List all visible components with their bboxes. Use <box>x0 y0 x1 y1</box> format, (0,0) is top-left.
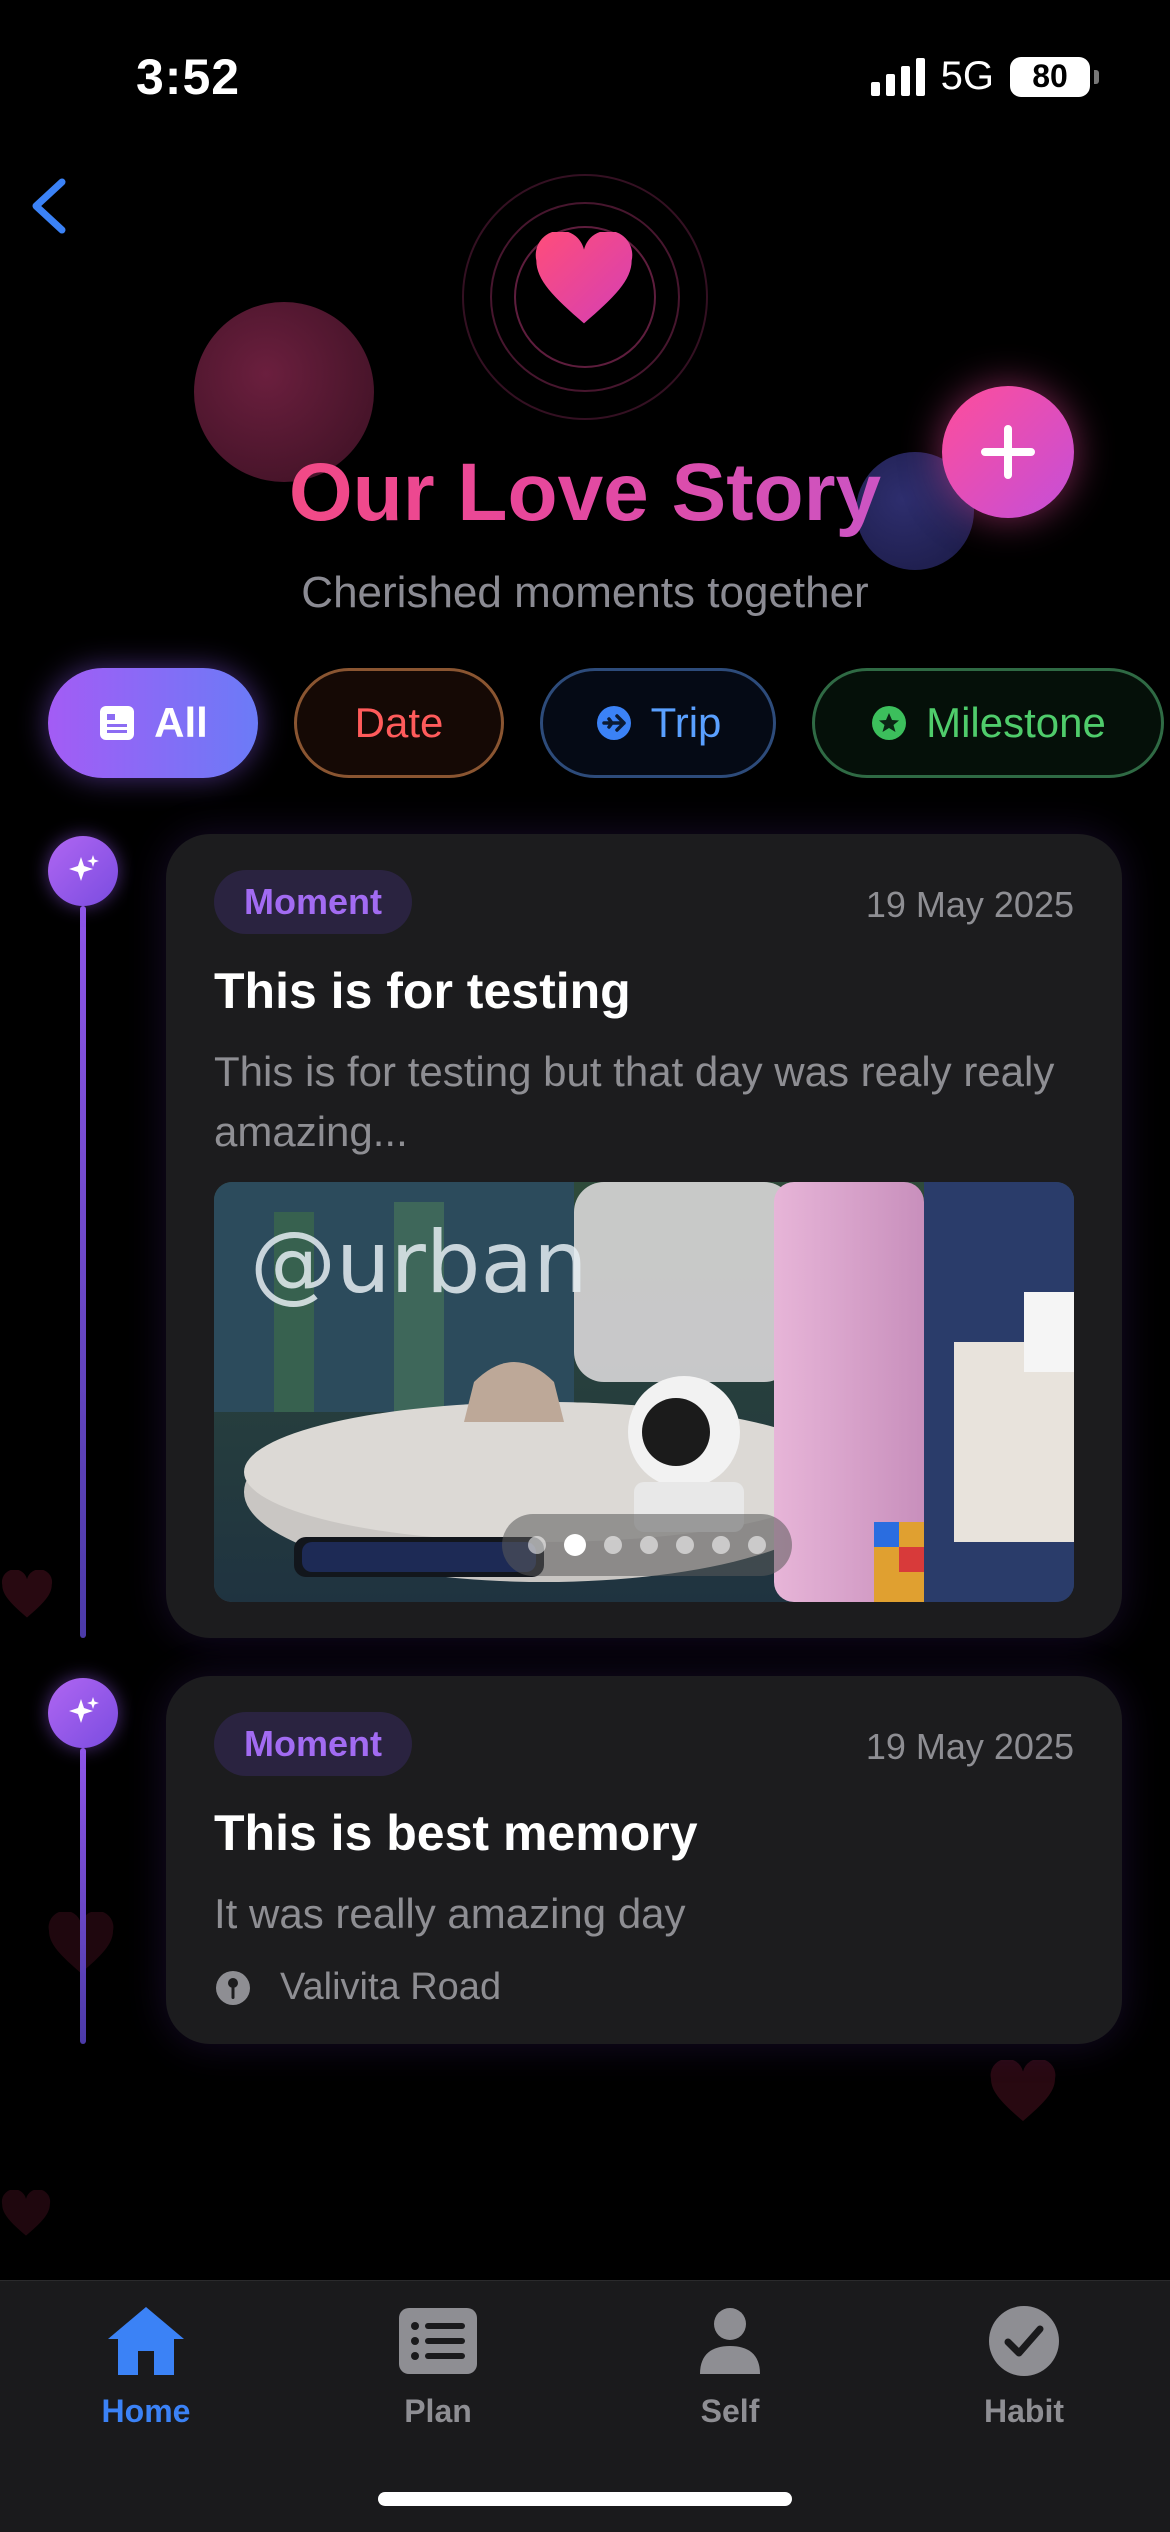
decor-heart-icon <box>990 2060 1056 2122</box>
moment-title: This is best memory <box>214 1805 698 1861</box>
filter-chips: All Date Trip Milestone <box>48 668 1164 778</box>
airplane-icon <box>596 706 631 740</box>
tab-plan[interactable]: Plan <box>338 2299 538 2430</box>
carousel-dot <box>676 1536 694 1554</box>
sparkle-icon <box>69 855 99 881</box>
filter-chip-label: Date <box>354 699 444 746</box>
status-time: 3:52 <box>136 49 241 105</box>
list-icon <box>100 706 135 740</box>
heart-icon <box>535 232 633 324</box>
battery-level: 80 <box>1032 58 1068 94</box>
decor-heart-icon <box>1 1570 53 1618</box>
moment-type-badge: Moment <box>214 1712 412 1776</box>
plus-icon <box>981 425 1035 479</box>
moment-location: Valivita Road <box>214 1966 501 2009</box>
moment-date: 19 May 2025 <box>865 884 1074 925</box>
carousel-page-indicator[interactable] <box>502 1514 792 1576</box>
moment-card[interactable]: Moment 19 May 2025 This is best memory I… <box>166 1676 1122 2044</box>
tab-label: Plan <box>404 2393 472 2429</box>
carousel-dot <box>640 1536 658 1554</box>
add-moment-button[interactable] <box>942 386 1074 518</box>
list-icon <box>399 2308 477 2374</box>
battery-icon: 80 <box>1010 56 1099 97</box>
checkmark-icon <box>989 2306 1059 2376</box>
filter-chip-milestone[interactable]: Milestone <box>812 668 1164 778</box>
carousel-dot <box>528 1536 546 1554</box>
tab-habit[interactable]: Habit <box>924 2299 1124 2430</box>
location-pin-icon <box>216 1970 250 2005</box>
filter-chip-trip[interactable]: Trip <box>540 668 776 778</box>
tab-label: Home <box>101 2393 191 2429</box>
timeline-line <box>80 1748 86 2044</box>
filter-chip-label: Trip <box>650 699 722 746</box>
home-indicator <box>378 2492 792 2506</box>
carousel-dot <box>712 1536 730 1554</box>
home-icon <box>108 2307 184 2375</box>
carousel-dot <box>748 1536 766 1554</box>
tab-home[interactable]: Home <box>46 2299 246 2430</box>
moment-location-label: Valivita Road <box>280 1966 502 2008</box>
tab-label: Self <box>700 2393 760 2429</box>
decor-heart-icon <box>1 2190 51 2236</box>
network-label: 5G <box>940 54 994 98</box>
filter-chip-all[interactable]: All <box>48 668 258 778</box>
tab-self[interactable]: Self <box>630 2299 830 2430</box>
signal-icon <box>870 57 925 96</box>
moment-photo-carousel[interactable]: @urban <box>214 1182 1074 1602</box>
moment-description: This is for testing but that day was rea… <box>214 1048 1055 1155</box>
page-subtitle: Cherished moments together <box>301 568 869 617</box>
moment-title: This is for testing <box>214 963 631 1019</box>
person-icon <box>700 2308 760 2374</box>
moment-type-badge: Moment <box>214 870 412 934</box>
filter-chip-label: Milestone <box>926 699 1106 746</box>
carousel-dot <box>604 1536 622 1554</box>
status-indicators: 5G 80 <box>870 54 1099 99</box>
sparkle-icon <box>69 1697 99 1723</box>
filter-chip-label: All <box>154 699 208 746</box>
moment-date: 19 May 2025 <box>865 1726 1074 1767</box>
timeline-marker <box>48 836 118 906</box>
moment-description: It was really amazing day <box>214 1890 686 1937</box>
chevron-left-icon <box>32 178 66 234</box>
carousel-dot <box>564 1534 586 1556</box>
filter-chip-date[interactable]: Date <box>294 668 504 778</box>
tab-label: Habit <box>984 2393 1064 2429</box>
moment-card[interactable]: Moment 19 May 2025 This is for testing T… <box>166 834 1122 1638</box>
star-icon <box>872 706 907 740</box>
hero-heart <box>532 228 636 332</box>
back-button[interactable] <box>22 176 82 236</box>
timeline-marker <box>48 1678 118 1748</box>
timeline-line <box>80 906 86 1638</box>
svg-text:@urban: @urban <box>250 1213 588 1313</box>
